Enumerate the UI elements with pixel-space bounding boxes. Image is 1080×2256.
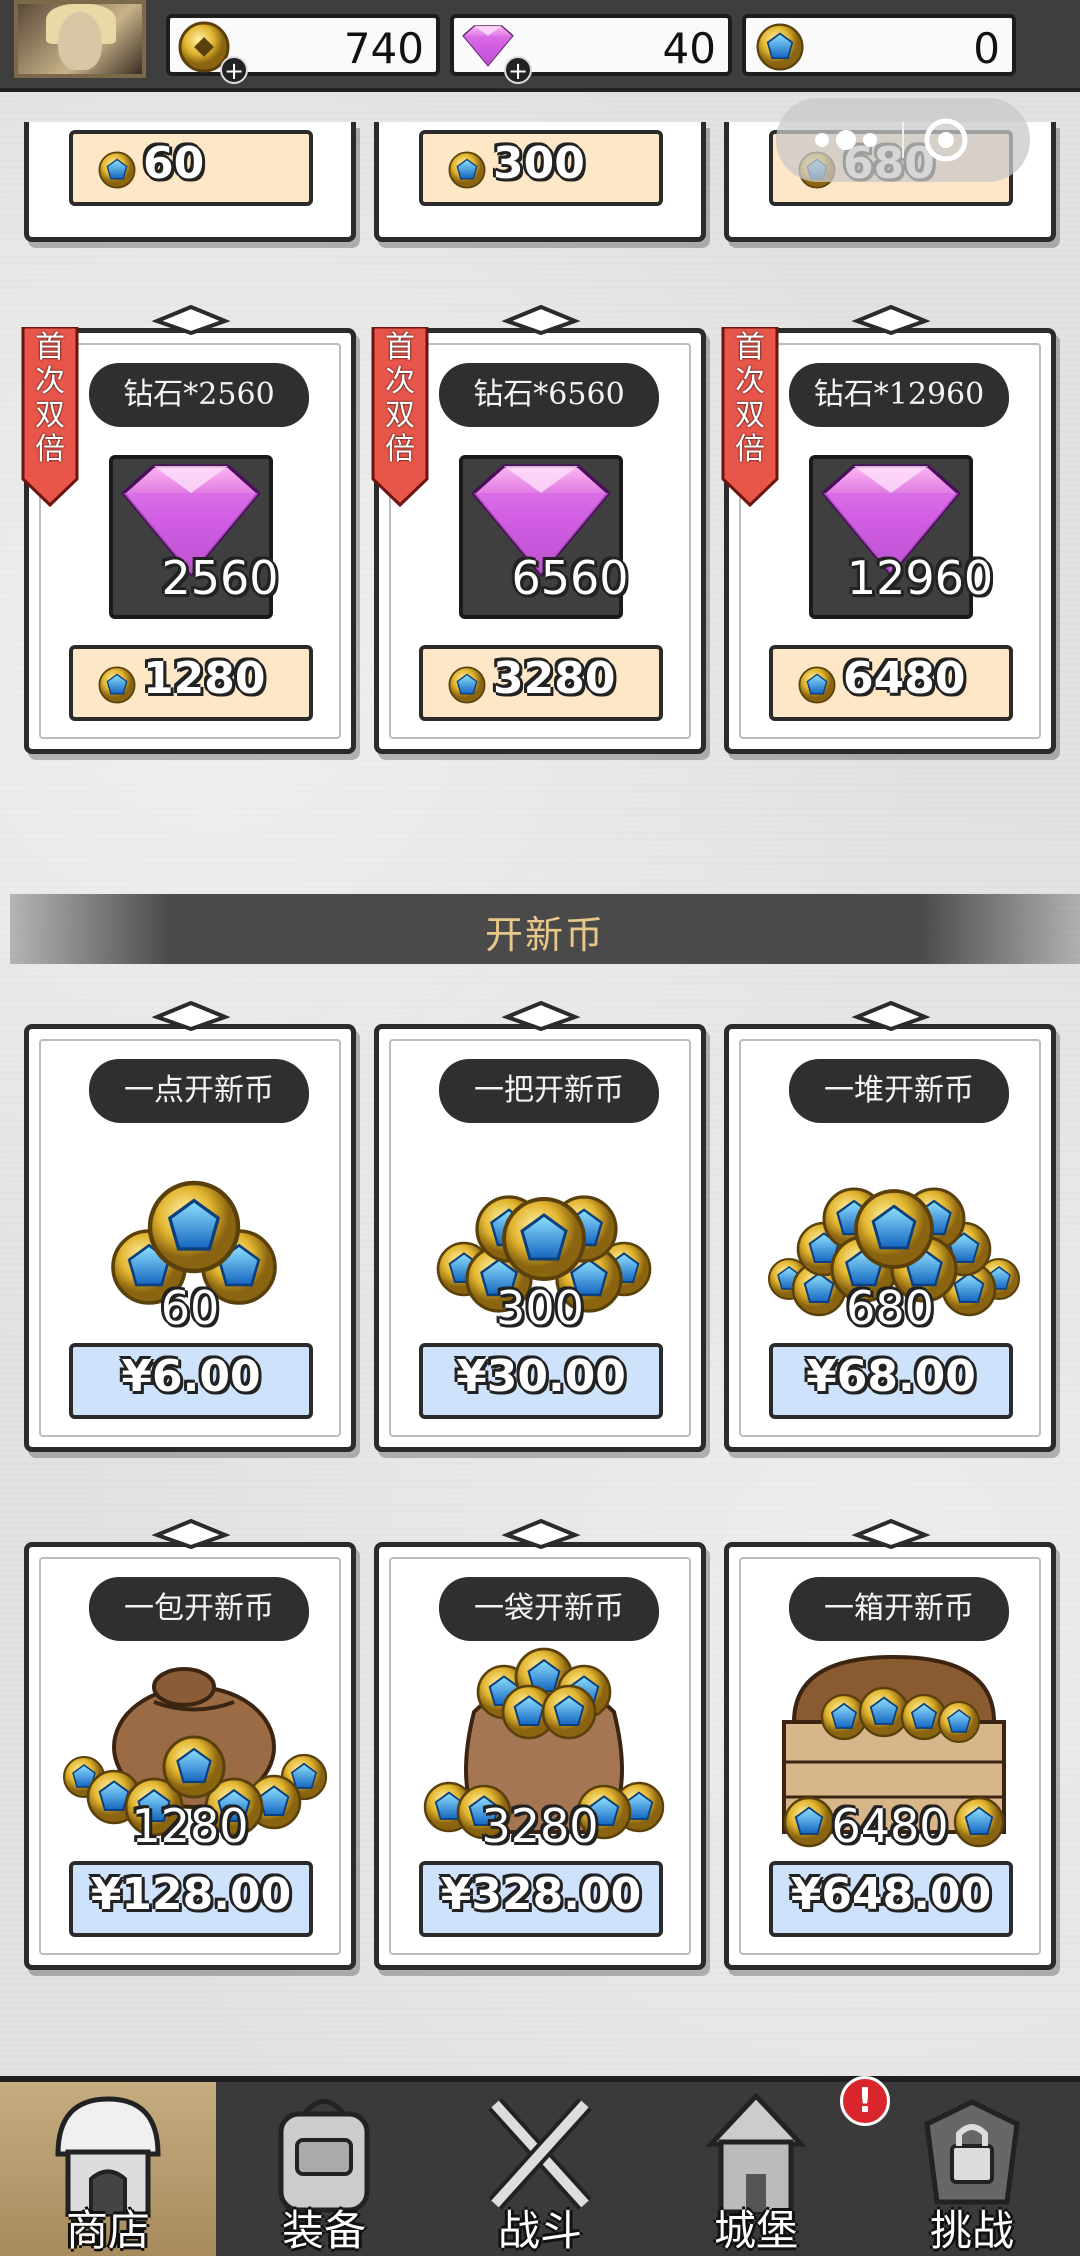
price-text: ¥68.00	[806, 1351, 976, 1402]
buy-button[interactable]: ¥328.00	[419, 1861, 663, 1937]
buy-button[interactable]: ¥68.00	[769, 1343, 1013, 1419]
coin-pack-card-6480[interactable]: 一箱开新币 6480 ¥648.00	[724, 1519, 1056, 1970]
card-top-tab	[501, 1001, 581, 1031]
card-top-tab	[851, 1001, 931, 1031]
price-text: 60	[143, 138, 205, 189]
gold-amount: 740	[343, 24, 424, 73]
card-title: 一包开新币	[89, 1577, 309, 1641]
nav-label: 挑战	[929, 2206, 1014, 2255]
card-title: 钻石*2560	[89, 363, 309, 427]
card-top-tab	[501, 1519, 581, 1549]
nav-label: 城堡	[713, 2206, 798, 2255]
price-text: ¥648.00	[790, 1869, 992, 1920]
buy-button[interactable]: ¥6.00	[69, 1343, 313, 1419]
gold-resource: + 740	[166, 14, 440, 84]
section-title: 开新币	[484, 913, 605, 957]
first-double-label: 首次双倍	[35, 330, 65, 467]
nav-tab-castle[interactable]: 城堡	[648, 2082, 864, 2256]
card-top-tab	[151, 1519, 231, 1549]
card-title: 一点开新币	[89, 1059, 309, 1123]
coin-pack-card-300[interactable]: 一把开新币 300 ¥30.00	[374, 1001, 706, 1452]
nav-label: 商店	[65, 2206, 150, 2255]
first-double-ribbon: 首次双倍	[371, 325, 429, 508]
card-top-tab	[151, 305, 231, 335]
card-top-tab	[851, 305, 931, 335]
nav-tab-equipment[interactable]: 装备	[216, 2082, 432, 2256]
price-text: 1280	[143, 653, 266, 704]
coin-amount: 60	[160, 1281, 220, 1335]
card-title: 一箱开新币	[789, 1577, 1009, 1641]
buy-button[interactable]: ¥30.00	[419, 1343, 663, 1419]
diamond-amount: 6560	[511, 551, 629, 605]
kaixin-coin-icon	[98, 666, 136, 704]
first-double-ribbon: 首次双倍	[21, 325, 79, 508]
price-button[interactable]: 1280	[69, 645, 313, 721]
close-miniprogram-icon[interactable]	[922, 116, 970, 164]
card-title: 钻石*12960	[789, 363, 1009, 427]
price-text: 6480	[843, 653, 966, 704]
coin-amount: 6480	[831, 1799, 949, 1853]
coin-pack-card-680[interactable]: 一堆开新币 680 ¥68.00	[724, 1001, 1056, 1452]
kaixin-coin-amount: 0	[973, 24, 1000, 73]
card-title: 一袋开新币	[439, 1577, 659, 1641]
partial-card-2[interactable]: 300	[374, 122, 706, 242]
price-text: ¥328.00	[440, 1869, 642, 1920]
nav-tab-battle[interactable]: 战斗	[432, 2082, 648, 2256]
nav-tab-shop[interactable]: 商店	[0, 2082, 216, 2256]
first-double-label: 首次双倍	[735, 330, 765, 467]
buy-button[interactable]: ¥648.00	[769, 1861, 1013, 1937]
miniprogram-capsule	[776, 98, 1030, 182]
diamond-amount: 12960	[846, 551, 994, 605]
player-avatar[interactable]	[14, 0, 146, 78]
kaixin-coin-resource: 0	[742, 14, 1016, 76]
price-button[interactable]: 6480	[769, 645, 1013, 721]
top-bar: + 740 + 40 0	[0, 0, 1080, 92]
diamond-pack-card-12960[interactable]: 钻石*12960 12960 6480 首次双倍	[721, 305, 1056, 754]
kaixin-coin-icon	[98, 151, 136, 189]
card-title: 一堆开新币	[789, 1059, 1009, 1123]
card-top-tab	[501, 305, 581, 335]
diamond-amount: 40	[662, 24, 716, 73]
coin-amount: 680	[846, 1281, 934, 1335]
coin-amount: 3280	[481, 1799, 599, 1853]
kaixin-coin-icon	[448, 666, 486, 704]
card-title: 钻石*6560	[439, 363, 659, 427]
diamond-amount: 2560	[161, 551, 279, 605]
bottom-navigation: 商店 装备 战斗 城堡 挑战	[0, 2076, 1080, 2256]
coin-pack-card-60[interactable]: 一点开新币 60 ¥6.00	[24, 1001, 356, 1452]
castle-notification-badge: !	[840, 2076, 890, 2126]
buy-button[interactable]: ¥128.00	[69, 1861, 313, 1937]
nav-label: 装备	[281, 2206, 366, 2255]
price-text: ¥6.00	[121, 1351, 261, 1402]
diamond-pack-card-6560[interactable]: 钻石*6560 6560 3280 首次双倍	[371, 305, 706, 754]
price-text: 300	[493, 138, 585, 189]
partial-card-1[interactable]: 60	[24, 122, 356, 242]
add-gold-button[interactable]: +	[220, 56, 248, 84]
diamond-pack-card-2560[interactable]: 钻石*2560 2560 1280 首次双倍	[21, 305, 356, 754]
coin-amount: 1280	[131, 1799, 249, 1853]
first-double-ribbon: 首次双倍	[721, 325, 779, 508]
coin-pack-card-3280[interactable]: 一袋开新币 3280 ¥328.00	[374, 1519, 706, 1970]
kaixin-coin-icon	[798, 666, 836, 704]
kaixin-coin-icon	[448, 151, 486, 189]
diamond-resource: + 40	[450, 14, 732, 84]
nav-label: 战斗	[497, 2206, 582, 2255]
card-title: 一把开新币	[439, 1059, 659, 1123]
nav-tab-challenge[interactable]: 挑战	[864, 2082, 1080, 2256]
kaixin-coin-icon	[756, 23, 804, 71]
section-header-kaixin-coin: 开新币	[10, 894, 1080, 964]
coin-pack-card-1280[interactable]: 一包开新币 1280 ¥128.00	[24, 1519, 356, 1970]
first-double-label: 首次双倍	[385, 330, 415, 467]
card-top-tab	[851, 1519, 931, 1549]
price-button[interactable]: 3280	[419, 645, 663, 721]
coin-amount: 300	[496, 1281, 584, 1335]
price-text: ¥128.00	[90, 1869, 292, 1920]
price-bar: 60	[69, 130, 313, 206]
price-text: ¥30.00	[456, 1351, 626, 1402]
add-diamond-button[interactable]: +	[504, 56, 532, 84]
more-options-icon[interactable]	[810, 120, 882, 160]
card-top-tab	[151, 1001, 231, 1031]
price-bar: 300	[419, 130, 663, 206]
price-text: 3280	[493, 653, 616, 704]
